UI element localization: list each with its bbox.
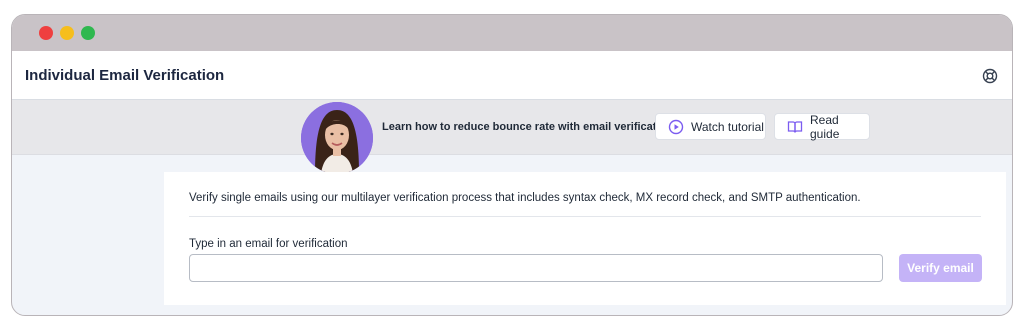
- divider: [189, 216, 981, 217]
- verify-email-button[interactable]: Verify email: [899, 254, 982, 282]
- minimize-window-button[interactable]: [60, 26, 74, 40]
- play-circle-icon: [668, 119, 684, 134]
- verification-description: Verify single emails using our multilaye…: [189, 192, 861, 204]
- page-title: Individual Email Verification: [25, 67, 225, 84]
- email-field-label: Type in an email for verification: [189, 238, 348, 250]
- presenter-avatar: [301, 102, 373, 174]
- banner-text: Learn how to reduce bounce rate with ema…: [382, 121, 673, 133]
- book-open-icon: [787, 120, 803, 133]
- close-window-button[interactable]: [39, 26, 53, 40]
- presenter-avatar-image: [301, 102, 373, 174]
- maximize-window-button[interactable]: [81, 26, 95, 40]
- verification-card: Verify single emails using our multilaye…: [164, 172, 1006, 305]
- watch-tutorial-button[interactable]: Watch tutorial: [655, 113, 766, 140]
- app-window: Individual Email Verification Learn how …: [11, 14, 1013, 316]
- tutorial-banner: Learn how to reduce bounce rate with ema…: [12, 100, 1012, 174]
- page-header: Individual Email Verification: [12, 51, 1012, 100]
- read-guide-label: Read guide: [810, 112, 840, 141]
- email-input[interactable]: [189, 254, 883, 282]
- window-titlebar: [12, 15, 1012, 51]
- read-guide-button[interactable]: Read guide: [774, 112, 870, 141]
- lifebuoy-icon[interactable]: [982, 68, 998, 84]
- watch-tutorial-label: Watch tutorial: [691, 119, 764, 134]
